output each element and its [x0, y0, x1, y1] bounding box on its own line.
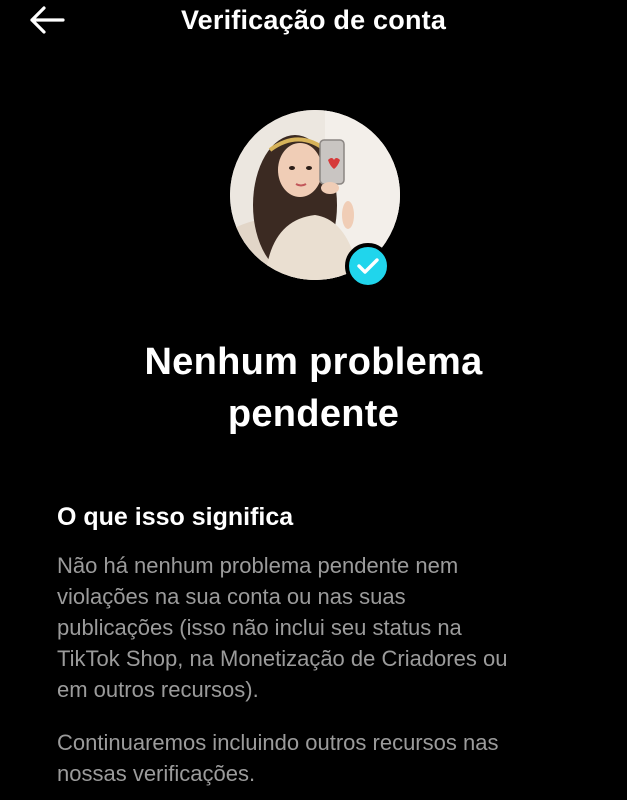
paragraph-line: violações na sua conta ou nas suas	[57, 584, 406, 609]
paragraph-line: publicações (isso não inclui seu status …	[57, 615, 462, 640]
top-bar: Verificação de conta	[0, 0, 627, 40]
status-title-line: pendente	[227, 393, 400, 435]
paragraph-line: Continuaremos incluindo outros recursos …	[57, 730, 499, 755]
followup-paragraph: Continuaremos incluindo outros recursos …	[57, 727, 597, 789]
checkmark-icon	[357, 258, 379, 274]
status-title: Nenhum problema pendente	[0, 336, 627, 440]
verified-badge	[345, 243, 391, 289]
paragraph-line: em outros recursos).	[57, 677, 259, 702]
paragraph-line: TikTok Shop, na Monetização de Criadores…	[57, 646, 508, 671]
page-title: Verificação de conta	[180, 5, 447, 35]
section-heading: O que isso significa	[57, 503, 294, 531]
paragraph-line: Não há nenhum problema pendente nem	[57, 553, 459, 578]
explanation-paragraph: Não há nenhum problema pendente nem viol…	[57, 550, 597, 705]
status-title-line: Nenhum problema	[144, 341, 483, 383]
paragraph-line: nossas verificações.	[57, 761, 256, 786]
profile-avatar	[230, 110, 400, 289]
